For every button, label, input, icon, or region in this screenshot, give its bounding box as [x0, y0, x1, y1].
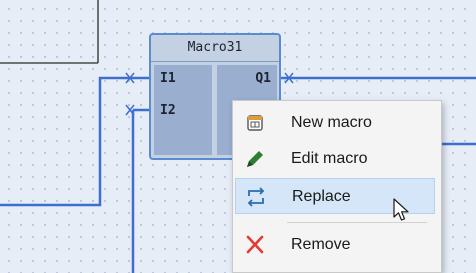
menu-item-label: Remove — [291, 236, 351, 253]
replace-arrows-icon — [244, 186, 268, 208]
menu-item-label: Edit macro — [291, 150, 368, 167]
macro-inputs-area: I1 I2 — [154, 65, 212, 155]
menu-item-new-macro[interactable]: New macro — [235, 105, 435, 141]
mouse-cursor-icon — [392, 197, 412, 228]
pencil-icon — [243, 148, 267, 170]
macro-block-title: Macro31 — [151, 35, 279, 62]
menu-item-edit-macro[interactable]: Edit macro — [235, 141, 435, 177]
menu-item-label: Replace — [292, 188, 351, 205]
menu-item-remove[interactable]: Remove — [235, 227, 435, 263]
diagram-canvas[interactable]: Macro31 I1 I2 Q1 New macro Edit macro Re… — [0, 0, 476, 273]
wire-to-i1 — [0, 76, 152, 207]
menu-item-label: New macro — [291, 114, 372, 131]
new-macro-icon — [243, 112, 267, 134]
output-pin-q1[interactable]: Q1 — [255, 71, 271, 86]
context-menu: New macro Edit macro Replace Remove — [232, 100, 442, 273]
input-pin-i1[interactable]: I1 — [160, 71, 176, 86]
red-x-icon — [243, 234, 267, 256]
input-pin-i2[interactable]: I2 — [160, 103, 176, 118]
